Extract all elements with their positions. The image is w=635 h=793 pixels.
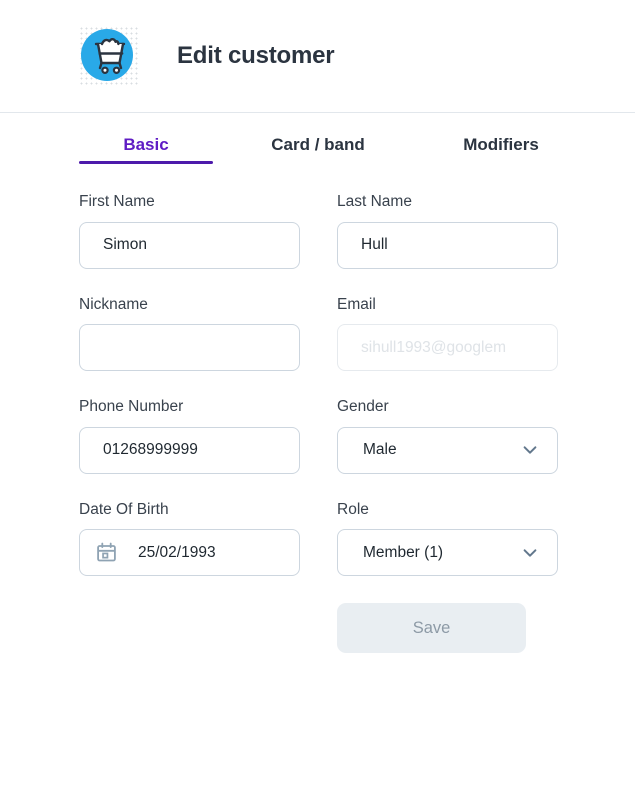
gender-value: Male: [352, 441, 397, 459]
form-row-names: First Name Simon Last Name Hull: [0, 193, 635, 269]
phone-number-value: 01268999999: [94, 441, 198, 459]
phone-number-input[interactable]: 01268999999: [79, 427, 300, 474]
date-of-birth-value: 25/02/1993: [117, 544, 216, 562]
phone-number-label: Phone Number: [79, 398, 300, 417]
email-value: sihull1993@googlem: [352, 339, 506, 357]
tab-basic[interactable]: Basic: [79, 113, 213, 155]
gender-select[interactable]: Male: [337, 427, 558, 474]
shopping-cart-icon: [86, 32, 134, 80]
tab-card-band[interactable]: Card / band: [235, 113, 401, 155]
role-value: Member (1): [352, 544, 443, 562]
form-row-nickname-email: Nickname Email sihull1993@googlem: [0, 296, 635, 372]
email-label: Email: [337, 296, 558, 315]
chevron-down-icon: [521, 441, 539, 459]
nickname-label: Nickname: [79, 296, 300, 315]
chevron-down-icon: [521, 544, 539, 562]
tab-modifiers[interactable]: Modifiers: [431, 113, 571, 155]
app-logo: [78, 25, 140, 87]
last-name-label: Last Name: [337, 193, 558, 212]
last-name-input[interactable]: Hull: [337, 222, 558, 269]
role-label: Role: [337, 501, 558, 520]
date-of-birth-input[interactable]: 25/02/1993: [79, 529, 300, 576]
form-actions: Save: [0, 603, 635, 653]
last-name-value: Hull: [352, 236, 388, 254]
first-name-value: Simon: [94, 236, 147, 254]
actions-spacer: [79, 603, 337, 653]
first-name-label: First Name: [79, 193, 300, 212]
page-header: Edit customer: [0, 0, 635, 113]
field-role: Role Member (1): [337, 501, 558, 577]
date-of-birth-label: Date Of Birth: [79, 501, 300, 520]
email-input: sihull1993@googlem: [337, 324, 558, 371]
page-title: Edit customer: [177, 42, 334, 70]
form-row-dob-role: Date Of Birth 25/02/1993 Role Member (1): [0, 501, 635, 577]
tab-bar: Basic Card / band Modifiers: [0, 113, 635, 175]
form-row-phone-gender: Phone Number 01268999999 Gender Male: [0, 398, 635, 474]
save-button[interactable]: Save: [337, 603, 526, 653]
edit-customer-form: First Name Simon Last Name Hull Nickname…: [0, 175, 635, 653]
gender-label: Gender: [337, 398, 558, 417]
first-name-input[interactable]: Simon: [79, 222, 300, 269]
nickname-input[interactable]: [79, 324, 300, 371]
field-first-name: First Name Simon: [79, 193, 300, 269]
role-select[interactable]: Member (1): [337, 529, 558, 576]
calendar-icon: [96, 542, 117, 563]
field-gender: Gender Male: [337, 398, 558, 474]
field-phone-number: Phone Number 01268999999: [79, 398, 300, 474]
field-last-name: Last Name Hull: [337, 193, 558, 269]
field-nickname: Nickname: [79, 296, 300, 372]
field-date-of-birth: Date Of Birth 25/02/1993: [79, 501, 300, 577]
field-email: Email sihull1993@googlem: [337, 296, 558, 372]
